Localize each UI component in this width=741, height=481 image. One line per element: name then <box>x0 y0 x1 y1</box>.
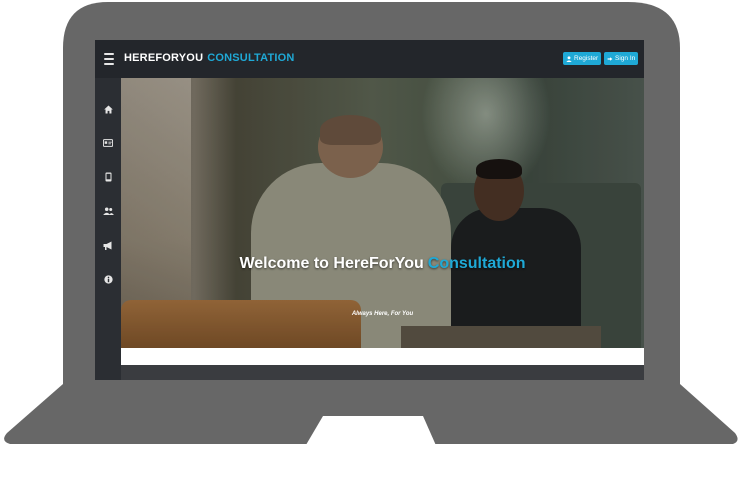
home-icon <box>103 104 113 114</box>
sidebar <box>95 78 121 380</box>
brand-logo[interactable]: HEREFORYOU CONSULTATION <box>124 52 295 64</box>
hero-overlay <box>121 78 644 348</box>
brand-primary: HEREFORYOU <box>124 52 204 64</box>
users-icon <box>102 207 114 215</box>
hero-title-prefix: Welcome to HereForYou <box>239 255 424 272</box>
sidebar-item-id-card[interactable] <box>102 137 114 149</box>
brand-secondary: CONSULTATION <box>207 52 295 64</box>
sidebar-item-home[interactable] <box>102 103 114 115</box>
hero-title-accent: Consultation <box>427 255 526 272</box>
footer-strip <box>121 365 644 380</box>
top-navbar: HEREFORYOU CONSULTATION Register Sign In <box>95 40 644 78</box>
sign-in-icon <box>607 56 613 61</box>
bullhorn-icon <box>103 241 112 250</box>
sidebar-item-info[interactable] <box>102 273 114 285</box>
sign-in-label: Sign In <box>615 55 636 62</box>
hero-subtitle: Always Here, For You <box>351 311 414 317</box>
trackpad-notch <box>303 416 438 450</box>
register-label: Register <box>574 55 599 62</box>
sign-in-button[interactable]: Sign In <box>604 52 639 65</box>
sidebar-item-mobile[interactable] <box>102 171 114 183</box>
mobile-icon <box>105 172 111 182</box>
id-card-icon <box>103 139 113 147</box>
sidebar-item-users[interactable] <box>102 205 114 217</box>
user-icon <box>566 55 572 62</box>
content-strip <box>121 348 644 365</box>
hero-title: Welcome to HereForYou Consultation <box>121 255 644 273</box>
sidebar-item-announcements[interactable] <box>102 239 114 251</box>
hamburger-icon[interactable] <box>104 53 114 65</box>
info-icon <box>103 274 113 284</box>
laptop-screen: HEREFORYOUCONSULTATION Register Sign In <box>95 40 644 380</box>
register-button[interactable]: Register <box>563 52 602 65</box>
hero-banner: Welcome to HereForYou Consultation Always… <box>121 78 644 348</box>
